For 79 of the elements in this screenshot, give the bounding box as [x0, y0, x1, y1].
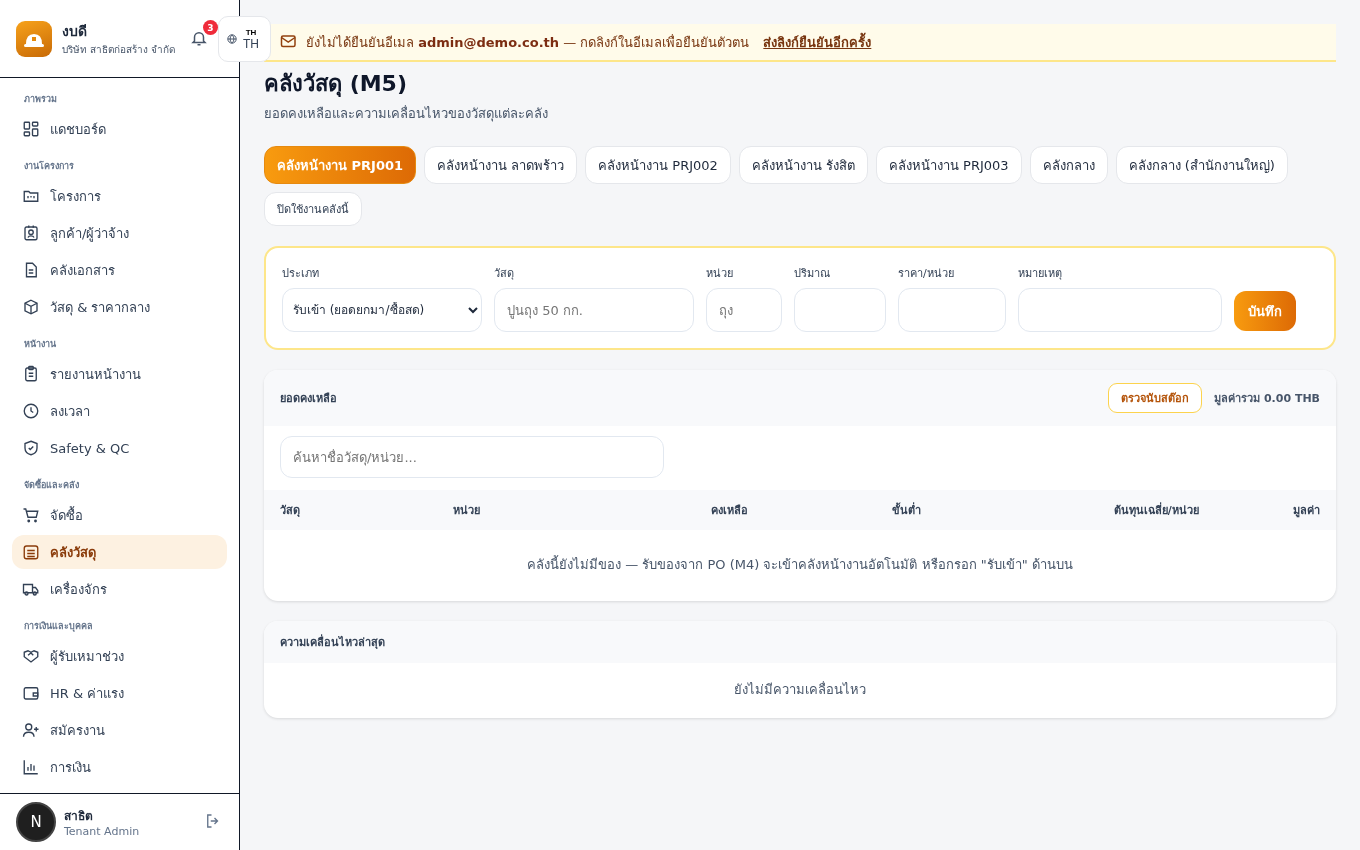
nav-item[interactable]: HR & ค่าแรง [12, 676, 227, 710]
language-label: TH [243, 36, 259, 51]
nav-item[interactable]: ลงเวลา [12, 394, 227, 428]
nav-item[interactable]: Safety & QC [12, 431, 227, 465]
cart-icon [22, 506, 40, 524]
language-button[interactable]: TH TH [218, 16, 271, 62]
nav-item[interactable]: คลังวัสดุ [12, 535, 227, 569]
field-label: หมายเหตุ [1018, 266, 1063, 282]
input-field[interactable] [898, 288, 1006, 332]
empty-message: คลังนี้ยังไม่มีของ — รับของจาก PO (M4) จะเข้าคลังหน้างานอัตโนมัติ หรือกรอก "รับเข้า" ด้านบน [526, 554, 1074, 574]
column-header: ต้นทุนเฉลี่ย/หน่วย [1112, 501, 1199, 519]
banner-message: ยังไม่ได้ยืนยันอีเมล admin@demo.co.th — กดลิงก์ในอีเมลเพื่อยืนยันตัวตน [306, 33, 750, 52]
user-role: Tenant Admin [64, 825, 141, 838]
column-header: คงเหลือ [710, 503, 748, 519]
disable-warehouse-button[interactable]: ปิดใช้งานคลังนี้ [264, 192, 362, 226]
nav-section-title: จัดซื้อและคลัง [23, 477, 80, 492]
id-badge-icon [22, 224, 40, 242]
warehouse-tab[interactable]: คลังกลาง (สำนักงานใหญ่) [1115, 146, 1288, 184]
resend-link[interactable]: ส่งลิงก์ยืนยันอีกครั้ง [763, 31, 872, 53]
nav-item[interactable]: เครื่องจักร [12, 572, 227, 606]
user-name: สาธิต [64, 808, 94, 825]
nav-item[interactable]: จัดซื้อ [12, 498, 227, 532]
nav-item[interactable]: โครงการ [12, 179, 227, 213]
clipboard-icon [22, 365, 40, 383]
clock-icon [22, 402, 40, 420]
nav-item[interactable]: การเงิน [12, 750, 227, 784]
box-icon [22, 298, 40, 316]
total-value: มูลค่ารวม 0.00 THB [1214, 391, 1320, 407]
field-label: วัสดุ [494, 266, 515, 282]
nav-item[interactable]: ผู้รับเหมาช่วง [12, 639, 227, 673]
input-field[interactable] [794, 288, 886, 332]
chart-icon [22, 758, 40, 776]
field-label: หน่วย [706, 266, 734, 282]
column-header: มูลค่า [1292, 503, 1320, 519]
nav-section-title: การเงินและบุคคล [23, 620, 94, 634]
warehouse-tab[interactable]: คลังหน้างาน PRJ002 [585, 146, 731, 184]
nav-section-title: ภาพรวม [23, 93, 58, 106]
warehouse-tab[interactable]: คลังหน้างาน รังสิต [738, 146, 868, 184]
nav-item[interactable]: แดชบอร์ด [12, 112, 227, 146]
mail-icon [280, 34, 298, 50]
page-title: คลังวัสดุ (M5) [264, 70, 408, 99]
nav-section-title: หน้างาน [23, 338, 57, 351]
card-title: ความเคลื่อนไหวล่าสุด [280, 633, 385, 651]
field-label: ประเภท [282, 266, 320, 282]
type-select[interactable]: รับเข้า (ยอดยกมา/ซื้อสด) [282, 288, 482, 332]
avatar[interactable]: N [16, 802, 56, 842]
warehouse-icon [22, 543, 40, 561]
grid-icon [22, 120, 40, 138]
nav-item[interactable]: วัสดุ & ราคากลาง [12, 290, 227, 324]
nav-item[interactable]: คลังเอกสาร [12, 253, 227, 287]
field-label: ปริมาณ [794, 266, 831, 282]
nav-section-title: งานโครงการ [23, 160, 75, 173]
hard-hat-logo-icon [16, 20, 52, 57]
nav-item[interactable]: รายงานหน้างาน [12, 357, 227, 391]
warehouse-tab[interactable]: คลังหน้างาน PRJ003 [876, 146, 1022, 184]
warehouse-tab[interactable]: คลังหน้างาน ลาดพร้าว [424, 146, 578, 184]
column-header: วัสดุ [280, 503, 301, 519]
field-label: ราคา/หน่วย [898, 266, 955, 282]
column-header: ขั้นต่ำ [891, 501, 922, 519]
card-title: ยอดคงเหลือ [280, 391, 337, 407]
nav-item[interactable]: ลูกค้า/ผู้ว่าจ้าง [12, 216, 227, 250]
warehouse-tab[interactable]: คลังกลาง [1029, 146, 1108, 184]
company-name: บริษัท สาธิตก่อสร้าง จำกัด [62, 43, 176, 57]
language-code: TH [245, 27, 257, 37]
input-field[interactable]: ถุง [706, 288, 782, 332]
user-plus-icon [22, 721, 40, 739]
wallet-icon [22, 684, 40, 702]
column-header: หน่วย [453, 503, 482, 519]
search-field[interactable]: ค้นหาชื่อวัสดุ/หน่วย... [280, 436, 664, 478]
stock-count-button[interactable]: ตรวจนับสต๊อก [1108, 383, 1203, 413]
input-field[interactable]: ปูนถุง 50 กก. [494, 288, 694, 332]
nav-item[interactable]: สมัครงาน [12, 713, 227, 747]
shield-icon [22, 439, 40, 457]
notification-count: 3 [203, 20, 218, 35]
app-name: งบดี [62, 22, 88, 41]
empty-message: ยังไม่มีความเคลื่อนไหว [733, 680, 867, 699]
globe-icon [227, 34, 237, 44]
page-subtitle: ยอดคงเหลือและความเคลื่อนไหวของวัสดุแต่ละคลัง [264, 104, 549, 124]
input-field[interactable] [1018, 288, 1222, 332]
